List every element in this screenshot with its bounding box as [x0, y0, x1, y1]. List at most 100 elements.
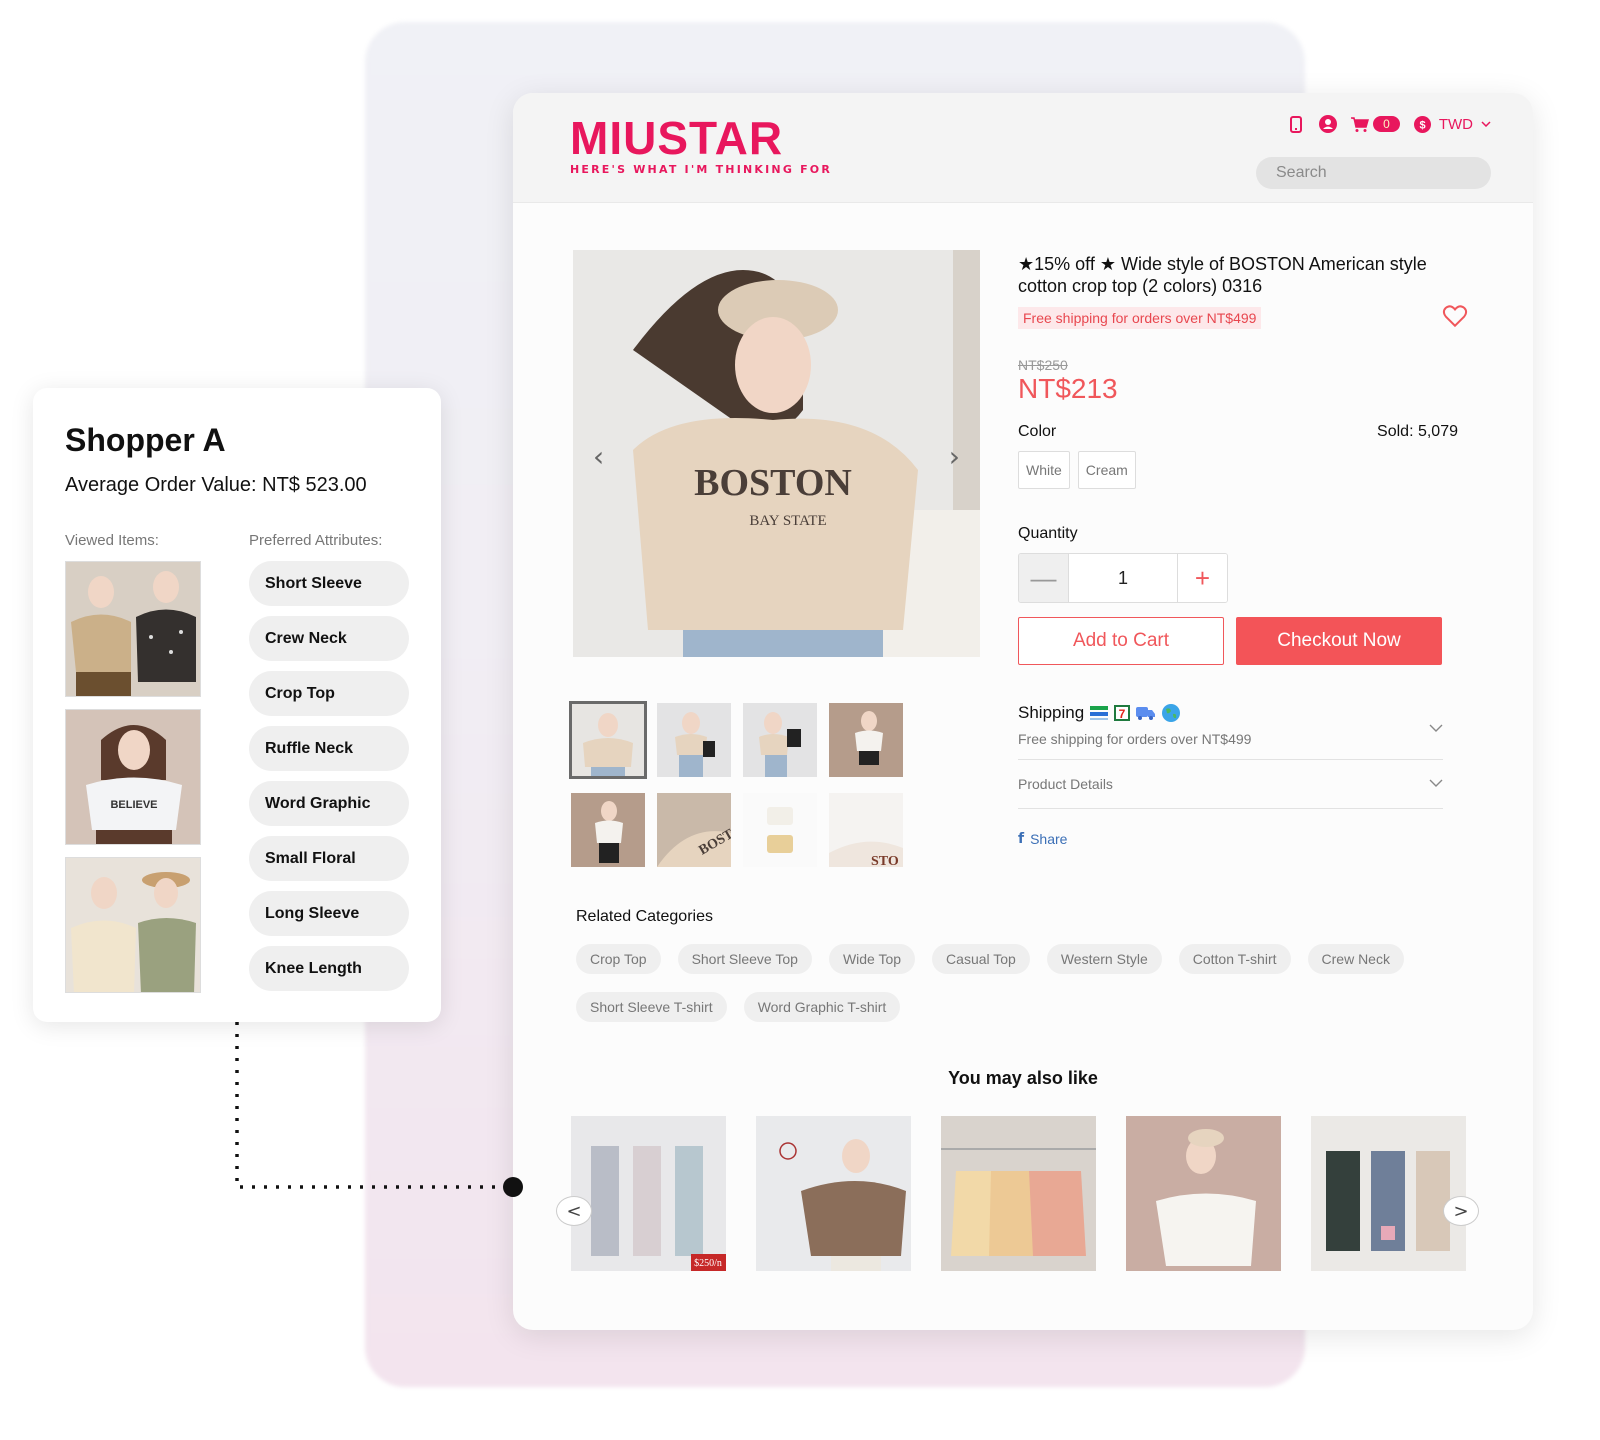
thumbnail-7[interactable] — [743, 793, 817, 867]
recommended-item[interactable] — [1126, 1116, 1281, 1271]
shopper-profile-card: Shopper A Average Order Value: NT$ 523.0… — [33, 388, 441, 1022]
viewed-item[interactable] — [65, 561, 201, 697]
thumbnail-6[interactable]: BOSTON — [657, 793, 731, 867]
attribute-chip: Knee Length — [249, 946, 409, 991]
wishlist-heart-icon[interactable] — [1442, 303, 1468, 329]
currency-icon: $ — [1413, 115, 1431, 133]
category-chip[interactable]: Casual Top — [932, 944, 1030, 974]
shipping-chevron-down-icon[interactable] — [1429, 721, 1443, 735]
category-chip[interactable]: Western Style — [1046, 944, 1162, 974]
account-icon[interactable] — [1319, 115, 1338, 133]
recommended-item[interactable]: $250/n — [571, 1116, 726, 1271]
shipping-label: Shipping — [1018, 703, 1085, 722]
increase-quantity-button[interactable]: + — [1177, 554, 1227, 602]
details-chevron-down-icon[interactable] — [1429, 776, 1443, 790]
svg-text:$: $ — [1419, 119, 1425, 131]
shipping-section: Shipping 7 Free shipping for orders over… — [1018, 703, 1443, 847]
product-title: ★15% off ★ Wide style of BOSTON American… — [1018, 254, 1427, 296]
thumbnail-2[interactable] — [657, 703, 731, 777]
recommended-item[interactable] — [756, 1116, 911, 1271]
facebook-icon: f — [1018, 831, 1025, 847]
attribute-chip: Small Floral — [249, 836, 409, 881]
recommended-item[interactable] — [941, 1116, 1096, 1271]
search-bar — [1256, 157, 1491, 189]
quantity-stepper: — 1 + — [1018, 553, 1228, 603]
viewed-items-label: Viewed Items: — [65, 532, 159, 549]
chevron-down-icon — [1481, 121, 1491, 127]
original-price: NT$250 — [1018, 357, 1068, 373]
category-chip[interactable]: Short Sleeve Top — [677, 944, 812, 974]
store-logo[interactable]: MIUSTAR HERE'S WHAT I'M THINKING FOR — [570, 115, 832, 176]
currency-selector[interactable]: $ TWD — [1413, 115, 1491, 133]
viewed-item[interactable]: BELIEVE — [65, 709, 201, 845]
sale-price: NT$213 — [1018, 373, 1118, 404]
attribute-chip: Short Sleeve — [249, 561, 409, 606]
attribute-chip: Crop Top — [249, 671, 409, 716]
shipping-header: Shipping 7 — [1018, 703, 1443, 723]
attribute-chip: Crew Neck — [249, 616, 409, 661]
thumbnail-8[interactable]: STO — [829, 793, 903, 867]
category-chip[interactable]: Crew Neck — [1307, 944, 1404, 974]
product-details-accordion[interactable]: Product Details — [1018, 776, 1443, 792]
logo-tagline: HERE'S WHAT I'M THINKING FOR — [570, 163, 833, 176]
quantity-label: Quantity — [1018, 525, 1078, 542]
free-shipping-badge: Free shipping for orders over NT$499 — [1018, 307, 1262, 329]
recommended-item[interactable] — [1311, 1116, 1466, 1271]
carousel-next-button[interactable]: > — [1443, 1196, 1479, 1226]
stage: MIUSTAR HERE'S WHAT I'M THINKING FOR 0 $… — [0, 0, 1600, 1440]
next-image-arrow[interactable]: › — [949, 440, 960, 473]
category-chip[interactable]: Word Graphic T-shirt — [743, 992, 901, 1022]
attribute-chip: Long Sleeve — [249, 891, 409, 936]
viewed-item[interactable] — [65, 857, 201, 993]
related-categories: Related Categories Crop Top Short Sleeve… — [576, 908, 1476, 1022]
category-chips: Crop Top Short Sleeve Top Wide Top Casua… — [576, 944, 1476, 1022]
color-row: Color Sold: 5,079 — [1018, 423, 1458, 441]
cart-count-badge: 0 — [1373, 116, 1400, 132]
search-input[interactable] — [1276, 164, 1483, 182]
store-header: MIUSTAR HERE'S WHAT I'M THINKING FOR 0 $… — [513, 93, 1533, 203]
carousel-prev-button[interactable]: < — [556, 1196, 592, 1226]
product-info: ★15% off ★ Wide style of BOSTON American… — [1018, 253, 1468, 665]
mobile-icon[interactable] — [1287, 115, 1305, 133]
color-options: White Cream — [1018, 451, 1458, 489]
color-option-white[interactable]: White — [1018, 451, 1070, 489]
thumbnail-3[interactable] — [743, 703, 817, 777]
category-chip[interactable]: Wide Top — [828, 944, 916, 974]
thumbnail-grid: BOSTON STO — [569, 701, 911, 867]
divider — [1018, 808, 1443, 809]
preferred-attributes-list: Short Sleeve Crew Neck Crop Top Ruffle N… — [249, 561, 409, 991]
category-chip[interactable]: Crop Top — [576, 944, 661, 974]
sold-count: Sold: 5,079 — [1377, 423, 1458, 440]
related-categories-title: Related Categories — [576, 908, 713, 925]
checkout-now-button[interactable]: Checkout Now — [1236, 617, 1442, 665]
thumbnail-1[interactable] — [569, 701, 647, 779]
viewed-items-list: BELIEVE — [65, 561, 201, 993]
attribute-chip: Ruffle Neck — [249, 726, 409, 771]
shopper-name: Shopper A — [65, 422, 226, 458]
thumbnail-4[interactable] — [829, 703, 903, 777]
prev-image-arrow[interactable]: ‹ — [593, 440, 604, 473]
thumbnail-5[interactable] — [571, 793, 645, 867]
quantity-value[interactable]: 1 — [1069, 554, 1177, 602]
category-chip[interactable]: Cotton T-shirt — [1178, 944, 1291, 974]
shirt-print-text: BOSTON — [694, 462, 852, 504]
color-label: Color — [1018, 423, 1057, 440]
share-link[interactable]: f Share — [1018, 831, 1443, 847]
shirt-sub-text: BAY STATE — [749, 513, 826, 529]
cart-icon[interactable] — [1351, 115, 1370, 133]
seven-eleven-icon: 7 — [1114, 705, 1131, 721]
preferred-attributes-label: Preferred Attributes: — [249, 532, 383, 549]
purchase-actions: Add to Cart Checkout Now — [1018, 617, 1458, 665]
delivery-truck-icon — [1136, 707, 1156, 720]
globe-icon — [1162, 704, 1181, 722]
add-to-cart-button[interactable]: Add to Cart — [1018, 617, 1224, 665]
decrease-quantity-button[interactable]: — — [1019, 554, 1069, 602]
main-product-image[interactable]: BOSTON BAY STATE ‹ › — [573, 250, 980, 657]
color-option-cream[interactable]: Cream — [1077, 451, 1136, 489]
category-chip[interactable]: Short Sleeve T-shirt — [576, 992, 727, 1022]
shipping-accordion[interactable]: Shipping 7 Free shipping for orders over… — [1018, 703, 1443, 747]
product-details-label: Product Details — [1018, 776, 1113, 792]
recommendations-title: You may also like — [948, 1068, 1098, 1088]
header-icons: 0 $ TWD — [1287, 115, 1491, 133]
logo-text: MIUSTAR — [570, 112, 784, 164]
